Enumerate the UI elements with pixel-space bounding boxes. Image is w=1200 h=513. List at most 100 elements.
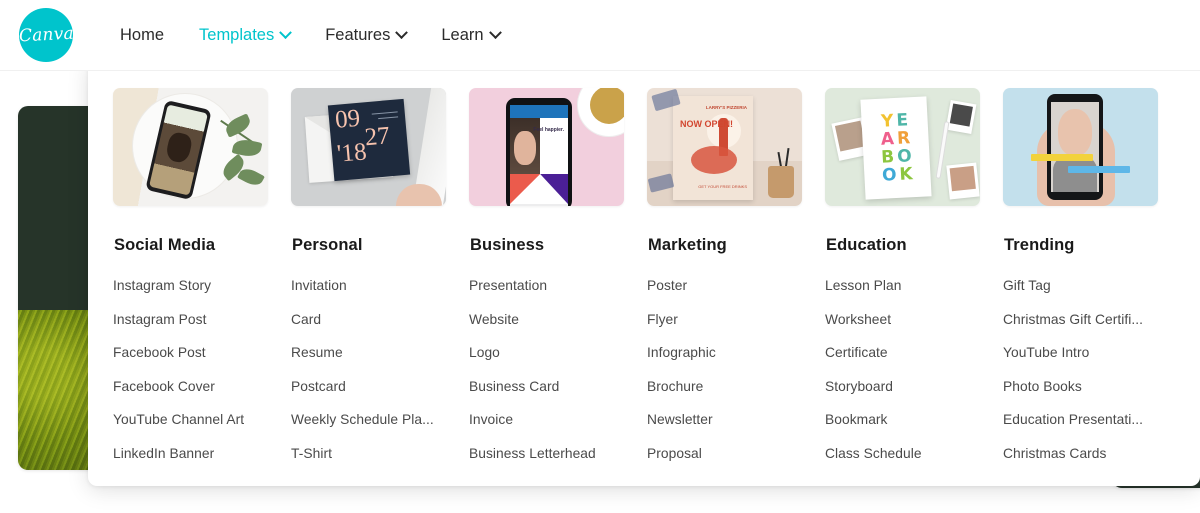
dropdown-column-marketing: NOW OPEN! LARRY'S PIZZERIA GET YOUR FREE… bbox=[647, 88, 825, 461]
trending-thumbnail[interactable] bbox=[1003, 88, 1158, 206]
link-proposal[interactable]: Proposal bbox=[647, 446, 825, 461]
templates-mega-dropdown: Social Media Instagram Story Instagram P… bbox=[88, 60, 1200, 486]
chevron-down-icon bbox=[395, 25, 409, 39]
poster-pizza-shape bbox=[691, 146, 737, 174]
nav-item-learn[interactable]: Learn bbox=[441, 25, 502, 45]
link-t-shirt[interactable]: T-Shirt bbox=[291, 446, 469, 461]
screen-top-bar bbox=[510, 105, 568, 118]
column-links-business: Presentation Website Logo Business Card … bbox=[469, 278, 647, 461]
link-youtube-channel-art[interactable]: YouTube Channel Art bbox=[113, 412, 291, 427]
screen-footer bbox=[510, 204, 568, 206]
logo-text: Canva bbox=[18, 23, 74, 47]
link-flyer[interactable]: Flyer bbox=[647, 312, 825, 327]
yearbook-letter: K bbox=[898, 163, 914, 185]
yearbook-letter: O bbox=[896, 145, 913, 167]
link-instagram-post[interactable]: Instagram Post bbox=[113, 312, 291, 327]
yellow-sticker-icon bbox=[1030, 154, 1093, 162]
phone-screen bbox=[1051, 102, 1099, 192]
canva-logo-icon[interactable]: Canva bbox=[18, 8, 74, 62]
link-weekly-schedule-planner[interactable]: Weekly Schedule Pla... bbox=[291, 412, 469, 427]
link-business-letterhead[interactable]: Business Letterhead bbox=[469, 446, 647, 461]
nav-item-learn-label: Learn bbox=[441, 25, 484, 44]
link-brochure[interactable]: Brochure bbox=[647, 379, 825, 394]
dropdown-column-business: Feel happier. Business Presentation Webs… bbox=[469, 88, 647, 461]
yearbook-row-1: Y E bbox=[880, 109, 909, 132]
link-gift-tag[interactable]: Gift Tag bbox=[1003, 278, 1181, 293]
column-links-education: Lesson Plan Worksheet Certificate Storyb… bbox=[825, 278, 1003, 461]
link-postcard[interactable]: Postcard bbox=[291, 379, 469, 394]
pizza-poster-shape: NOW OPEN! LARRY'S PIZZERIA GET YOUR FREE… bbox=[673, 96, 753, 200]
marketing-thumbnail[interactable]: NOW OPEN! LARRY'S PIZZERIA GET YOUR FREE… bbox=[647, 88, 802, 206]
business-thumbnail[interactable]: Feel happier. bbox=[469, 88, 624, 206]
yearbook-row-4: O K bbox=[881, 163, 914, 186]
portrait-body-shape bbox=[1052, 156, 1098, 192]
yearbook-letter: A bbox=[880, 128, 895, 150]
social-media-thumbnail[interactable] bbox=[113, 88, 268, 206]
coffee-cup-shape bbox=[578, 88, 624, 136]
link-youtube-intro[interactable]: YouTube Intro bbox=[1003, 345, 1181, 360]
column-links-personal: Invitation Card Resume Postcard Weekly S… bbox=[291, 278, 469, 461]
link-storyboard[interactable]: Storyboard bbox=[825, 379, 1003, 394]
poster-brand-text: LARRY'S PIZZERIA bbox=[705, 105, 747, 110]
link-instagram-story[interactable]: Instagram Story bbox=[113, 278, 291, 293]
yearbook-letter: Y bbox=[880, 110, 894, 132]
link-infographic[interactable]: Infographic bbox=[647, 345, 825, 360]
column-title-business: Business bbox=[470, 236, 545, 254]
education-thumbnail[interactable]: Y E A R B O O K bbox=[825, 88, 980, 206]
column-links-marketing: Poster Flyer Infographic Brochure Newsle… bbox=[647, 278, 825, 461]
yearbook-letter: O bbox=[881, 164, 898, 186]
link-photo-books[interactable]: Photo Books bbox=[1003, 379, 1181, 394]
link-resume[interactable]: Resume bbox=[291, 345, 469, 360]
link-linkedin-banner[interactable]: LinkedIn Banner bbox=[113, 446, 291, 461]
yearbook-letter: B bbox=[880, 146, 895, 168]
invitation-card-shape: 09 27 '18 bbox=[327, 98, 411, 182]
nav-item-features[interactable]: Features bbox=[325, 25, 409, 45]
link-christmas-cards[interactable]: Christmas Cards bbox=[1003, 446, 1181, 461]
link-facebook-post[interactable]: Facebook Post bbox=[113, 345, 291, 360]
link-poster[interactable]: Poster bbox=[647, 278, 825, 293]
pen-holder-shape bbox=[768, 166, 794, 198]
personal-thumbnail[interactable]: 09 27 '18 bbox=[291, 88, 446, 206]
link-lesson-plan[interactable]: Lesson Plan bbox=[825, 278, 1003, 293]
invitation-text-line bbox=[378, 116, 399, 120]
phone-mockup: Feel happier. bbox=[506, 98, 572, 206]
invitation-number-3: '18 bbox=[335, 138, 368, 168]
link-newsletter[interactable]: Newsletter bbox=[647, 412, 825, 427]
nav-item-home[interactable]: Home bbox=[120, 26, 164, 45]
yearbook-letter: R bbox=[896, 127, 911, 149]
nav-item-features-label: Features bbox=[325, 25, 391, 44]
column-links-trending: Gift Tag Christmas Gift Certifi... YouTu… bbox=[1003, 278, 1181, 461]
yearbook-letter: E bbox=[895, 109, 909, 131]
link-logo[interactable]: Logo bbox=[469, 345, 647, 360]
nav-item-templates-label: Templates bbox=[199, 25, 275, 44]
phone-mockup bbox=[1047, 94, 1103, 200]
link-website[interactable]: Website bbox=[469, 312, 647, 327]
chevron-down-icon bbox=[488, 25, 502, 39]
link-class-schedule[interactable]: Class Schedule bbox=[825, 446, 1003, 461]
nav-item-home-label: Home bbox=[120, 25, 165, 44]
dropdown-columns: Social Media Instagram Story Instagram P… bbox=[88, 88, 1200, 461]
poster-info-text: GET YOUR FREE DRINKS bbox=[698, 183, 747, 189]
invitation-text-line bbox=[371, 111, 398, 115]
link-business-card[interactable]: Business Card bbox=[469, 379, 647, 394]
portrait-face-shape bbox=[1057, 109, 1093, 156]
link-facebook-cover[interactable]: Facebook Cover bbox=[113, 379, 291, 394]
link-invoice[interactable]: Invoice bbox=[469, 412, 647, 427]
poster-headline: NOW OPEN! bbox=[680, 119, 733, 129]
link-presentation[interactable]: Presentation bbox=[469, 278, 647, 293]
link-bookmark[interactable]: Bookmark bbox=[825, 412, 1003, 427]
link-certificate[interactable]: Certificate bbox=[825, 345, 1003, 360]
link-worksheet[interactable]: Worksheet bbox=[825, 312, 1003, 327]
invitation-number-1: 09 bbox=[333, 104, 362, 134]
link-card[interactable]: Card bbox=[291, 312, 469, 327]
invitation-number-2: 27 bbox=[363, 122, 391, 152]
link-christmas-gift-certificate[interactable]: Christmas Gift Certifi... bbox=[1003, 312, 1181, 327]
stamp-icon bbox=[647, 173, 675, 193]
dropdown-column-social-media: Social Media Instagram Story Instagram P… bbox=[113, 88, 291, 461]
nav-item-templates[interactable]: Templates bbox=[199, 25, 293, 45]
link-education-presentation[interactable]: Education Presentati... bbox=[1003, 412, 1181, 427]
link-invitation[interactable]: Invitation bbox=[291, 278, 469, 293]
column-links-social-media: Instagram Story Instagram Post Facebook … bbox=[113, 278, 291, 461]
screen-caption: Feel happier. bbox=[533, 127, 564, 133]
column-title-marketing: Marketing bbox=[648, 236, 727, 254]
